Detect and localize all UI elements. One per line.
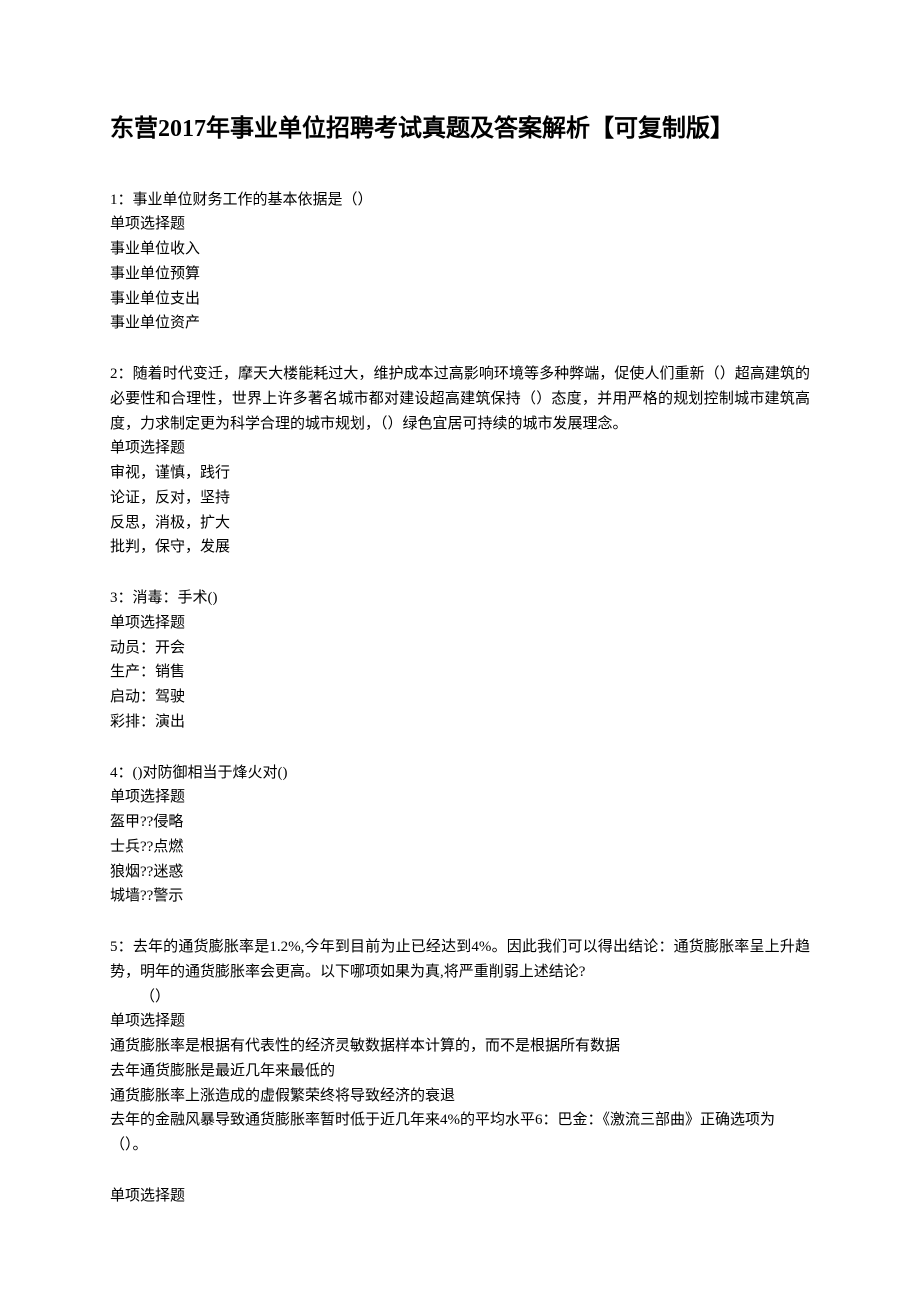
option-c: 狼烟??迷惑 bbox=[110, 860, 810, 885]
question-stem: 4：()对防御相当于烽火对() bbox=[110, 761, 810, 786]
option-a: 动员：开会 bbox=[110, 636, 810, 661]
question-type: 单项选择题 bbox=[110, 1009, 810, 1034]
question-type: 单项选择题 bbox=[110, 212, 810, 237]
question-4: 4：()对防御相当于烽火对() 单项选择题 盔甲??侵略 士兵??点燃 狼烟??… bbox=[110, 761, 810, 910]
question-stem: 5：去年的通货膨胀率是1.2%,今年到目前为止已经达到4%。因此我们可以得出结论… bbox=[110, 935, 810, 985]
option-c: 通货膨胀率上涨造成的虚假繁荣终将导致经济的衰退 bbox=[110, 1084, 810, 1109]
option-b: 生产：销售 bbox=[110, 660, 810, 685]
question-2: 2：随着时代变迁，摩天大楼能耗过大，维护成本过高影响环境等多种弊端，促使人们重新… bbox=[110, 362, 810, 560]
question-type: 单项选择题 bbox=[110, 611, 810, 636]
question-stem: 1：事业单位财务工作的基本依据是（） bbox=[110, 188, 810, 213]
option-a: 盔甲??侵略 bbox=[110, 810, 810, 835]
question-3: 3：消毒：手术() 单项选择题 动员：开会 生产：销售 启动：驾驶 彩排：演出 bbox=[110, 586, 810, 735]
option-d: 去年的金融风暴导致通货膨胀率暂时低于近几年来4%的平均水平6：巴金：《激流三部曲… bbox=[110, 1108, 810, 1158]
question-type: 单项选择题 bbox=[110, 785, 810, 810]
option-a: 通货膨胀率是根据有代表性的经济灵敏数据样本计算的，而不是根据所有数据 bbox=[110, 1034, 810, 1059]
option-c: 事业单位支出 bbox=[110, 287, 810, 312]
option-b: 事业单位预算 bbox=[110, 262, 810, 287]
option-d: 彩排：演出 bbox=[110, 710, 810, 735]
question-stem-tail: （） bbox=[110, 985, 810, 1010]
option-a: 审视，谨慎，践行 bbox=[110, 461, 810, 486]
option-d: 批判，保守，发展 bbox=[110, 535, 810, 560]
question-stem: 2：随着时代变迁，摩天大楼能耗过大，维护成本过高影响环境等多种弊端，促使人们重新… bbox=[110, 362, 810, 436]
question-type: 单项选择题 bbox=[110, 436, 810, 461]
option-d: 城墙??警示 bbox=[110, 884, 810, 909]
option-a: 事业单位收入 bbox=[110, 237, 810, 262]
option-c: 反思，消极，扩大 bbox=[110, 511, 810, 536]
document-title: 东营2017年事业单位招聘考试真题及答案解析【可复制版】 bbox=[110, 110, 810, 150]
option-b: 论证，反对，坚持 bbox=[110, 486, 810, 511]
option-d: 事业单位资产 bbox=[110, 311, 810, 336]
question-6-type: 单项选择题 bbox=[110, 1184, 810, 1209]
option-b: 去年通货膨胀是最近几年来最低的 bbox=[110, 1059, 810, 1084]
question-5: 5：去年的通货膨胀率是1.2%,今年到目前为止已经达到4%。因此我们可以得出结论… bbox=[110, 935, 810, 1158]
question-type: 单项选择题 bbox=[110, 1184, 810, 1209]
question-stem: 3：消毒：手术() bbox=[110, 586, 810, 611]
option-b: 士兵??点燃 bbox=[110, 835, 810, 860]
question-1: 1：事业单位财务工作的基本依据是（） 单项选择题 事业单位收入 事业单位预算 事… bbox=[110, 188, 810, 337]
option-c: 启动：驾驶 bbox=[110, 685, 810, 710]
